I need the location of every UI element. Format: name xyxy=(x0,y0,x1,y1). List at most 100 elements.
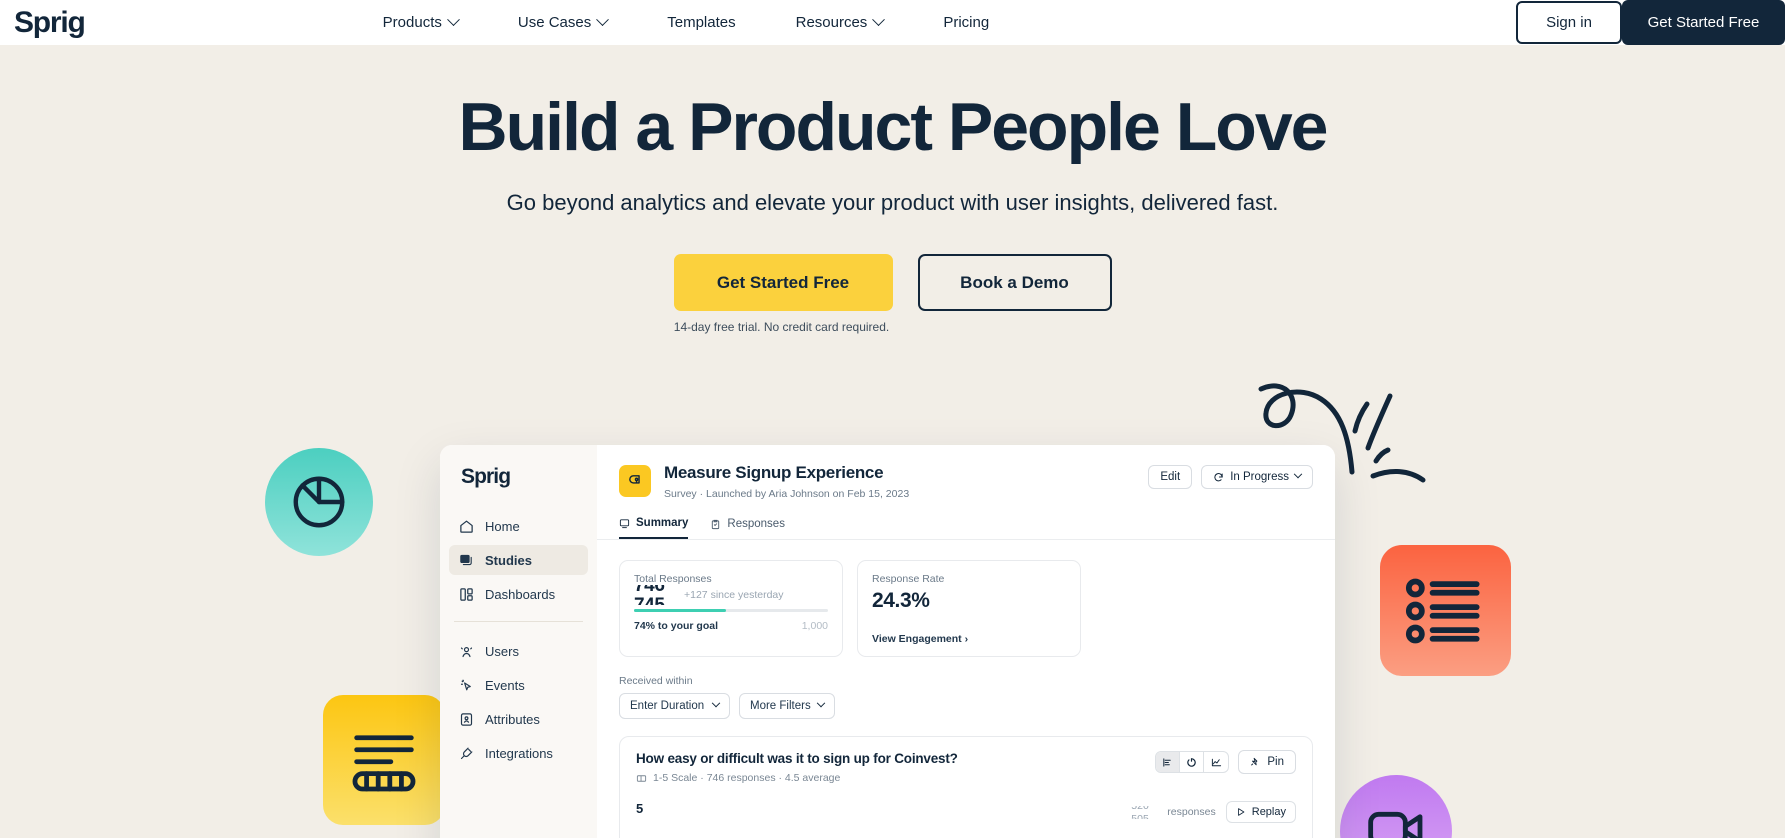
more-filters-button[interactable]: More Filters xyxy=(739,693,835,719)
pin-button-label: Pin xyxy=(1267,756,1284,768)
sprig-logo[interactable]: Sprig xyxy=(14,7,86,38)
view-engagement-link[interactable]: View Engagement › xyxy=(872,633,1066,645)
study-header-actions: Edit In Progress xyxy=(1148,463,1313,489)
list-card xyxy=(1380,545,1511,676)
scale-icon xyxy=(636,773,647,784)
total-responses-card: Total Responses 746 745 +127 since yeste… xyxy=(619,560,843,657)
edit-button-label: Edit xyxy=(1160,471,1181,483)
rating-scale-icon xyxy=(343,719,425,801)
response-count-roller: 520 505 xyxy=(1131,806,1157,819)
goal-footer: 74% to your goal 1,000 xyxy=(634,620,828,632)
tab-responses[interactable]: Responses xyxy=(710,517,785,539)
trial-note: 14-day free trial. No credit card requir… xyxy=(673,320,890,335)
stats-row: Total Responses 746 745 +127 since yeste… xyxy=(597,540,1335,657)
question-card: How easy or difficult was it to sign up … xyxy=(619,736,1313,838)
response-rate-label: Response Rate xyxy=(872,573,945,585)
question-actions: Pin xyxy=(1155,750,1296,774)
responses-word: responses xyxy=(1167,806,1216,818)
sign-in-button[interactable]: Sign in xyxy=(1516,1,1622,44)
nav-actions: Sign in Get Started Free xyxy=(1516,0,1785,45)
top-navigation-bar: Sprig Products Use Cases Templates Resou… xyxy=(0,0,1785,45)
study-meta: Survey · Launched by Aria Johnson on Feb… xyxy=(664,488,910,500)
sidebar-item-home-label: Home xyxy=(485,518,520,534)
nav-item-pricing[interactable]: Pricing xyxy=(913,14,1019,31)
nav-item-resources-label: Resources xyxy=(795,14,868,31)
received-within-label: Received within xyxy=(619,675,693,687)
bar-chart-icon[interactable] xyxy=(1156,752,1181,772)
chart-view-toggle xyxy=(1155,751,1230,773)
app-sidebar: Sprig Home Studies Dashboards Users Even… xyxy=(440,445,597,838)
sidebar-item-events[interactable]: Events xyxy=(449,670,588,700)
edit-button[interactable]: Edit xyxy=(1148,465,1193,489)
sidebar-item-studies-label: Studies xyxy=(485,552,532,568)
nav-item-use-cases[interactable]: Use Cases xyxy=(488,13,637,31)
nav-item-resources[interactable]: Resources xyxy=(766,13,914,31)
nav-item-use-cases-label: Use Cases xyxy=(517,14,592,31)
duration-select[interactable]: Enter Duration xyxy=(619,693,730,719)
video-bubble xyxy=(1340,775,1452,838)
goal-target: 1,000 xyxy=(801,620,828,632)
status-badge: In Progress xyxy=(1230,471,1289,483)
filter-controls: Enter Duration More Filters xyxy=(619,693,1313,719)
response-count-bottom: 505 xyxy=(1131,812,1149,819)
sidebar-item-dashboards[interactable]: Dashboards xyxy=(449,579,588,609)
hero-section: Build a Product People Love Go beyond an… xyxy=(0,45,1785,334)
nav-item-products[interactable]: Products xyxy=(353,13,488,31)
chevron-down-icon xyxy=(816,698,825,708)
goal-progress-bar xyxy=(634,609,828,612)
total-responses-value-bottom: 745 xyxy=(634,596,665,606)
pin-icon xyxy=(1250,757,1261,768)
response-count-top: 520 xyxy=(1131,805,1149,812)
total-responses-delta: +127 since yesterday xyxy=(684,589,784,601)
survey-badge-icon xyxy=(619,465,651,497)
pin-button[interactable]: Pin xyxy=(1238,750,1296,774)
refresh-icon xyxy=(1213,472,1224,483)
tab-summary-label: Summary xyxy=(636,517,689,529)
filters-row: Received within Enter Duration More Filt… xyxy=(597,657,1335,719)
question-meta-text: 1-5 Scale · 746 responses · 4.5 average xyxy=(653,772,841,784)
get-started-free-nav-button[interactable]: Get Started Free xyxy=(1622,0,1785,45)
get-started-free-button[interactable]: Get Started Free xyxy=(673,254,893,312)
nav-links: Products Use Cases Templates Resources P… xyxy=(353,13,1020,31)
study-title: Measure Signup Experience xyxy=(664,463,884,482)
sidebar-item-attributes[interactable]: Attributes xyxy=(449,704,588,734)
sidebar-item-dashboards-label: Dashboards xyxy=(485,586,556,602)
line-chart-icon[interactable] xyxy=(1204,752,1228,772)
dashboards-icon xyxy=(459,587,474,602)
tab-summary[interactable]: Summary xyxy=(619,517,689,539)
chevron-down-icon xyxy=(596,13,610,27)
page-title: Build a Product People Love xyxy=(458,89,1329,165)
goal-progress-label: 74% to your goal xyxy=(634,620,719,632)
sidebar-divider xyxy=(454,621,583,622)
response-rate-card: Response Rate 24.3% View Engagement › xyxy=(857,560,1081,657)
pie-chart-bubble xyxy=(265,448,373,556)
events-cursor-icon xyxy=(459,678,474,693)
duration-select-value: Enter Duration xyxy=(630,700,705,712)
nav-item-products-label: Products xyxy=(382,14,442,31)
survey-card xyxy=(323,695,445,825)
home-icon xyxy=(459,519,474,534)
nav-item-pricing-label: Pricing xyxy=(943,14,990,31)
play-icon xyxy=(1236,807,1246,817)
replay-button[interactable]: Replay xyxy=(1225,801,1296,823)
nav-item-templates[interactable]: Templates xyxy=(637,14,765,31)
sidebar-item-studies[interactable]: Studies xyxy=(449,545,588,575)
response-rate-value: 24.3% xyxy=(872,589,930,612)
donut-chart-icon[interactable] xyxy=(1180,752,1205,772)
book-a-demo-button[interactable]: Book a Demo xyxy=(917,254,1112,312)
sidebar-item-users-label: Users xyxy=(485,643,519,659)
sidebar-item-home[interactable]: Home xyxy=(449,511,588,541)
summary-icon xyxy=(619,518,630,529)
sidebar-item-integrations-label: Integrations xyxy=(485,745,553,761)
app-main-panel: Measure Signup Experience Survey · Launc… xyxy=(597,445,1335,838)
question-result-row: 5 520 505 responses Replay xyxy=(636,801,1296,823)
sidebar-group-primary: Home Studies Dashboards xyxy=(440,511,597,609)
attributes-icon xyxy=(459,712,474,727)
status-dropdown[interactable]: In Progress xyxy=(1201,465,1313,489)
radio-list-icon xyxy=(1400,565,1492,657)
sidebar-item-integrations[interactable]: Integrations xyxy=(449,738,588,768)
nav-item-templates-label: Templates xyxy=(667,14,736,31)
sidebar-item-users[interactable]: Users xyxy=(449,636,588,666)
chevron-down-icon xyxy=(711,698,721,708)
total-responses-value: 746 745 xyxy=(634,585,676,605)
